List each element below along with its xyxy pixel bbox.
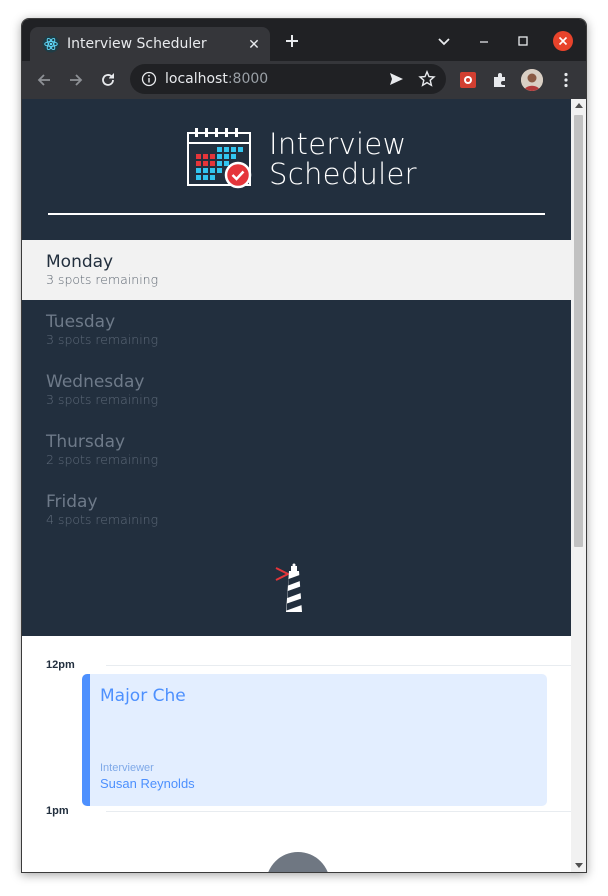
tab-title: Interview Scheduler — [67, 36, 207, 52]
add-appointment-button[interactable] — [266, 852, 330, 873]
interviewer-name: Susan Reynolds — [100, 776, 195, 791]
day-item-friday[interactable]: Friday 4 spots remaining — [22, 480, 571, 540]
day-item-thursday[interactable]: Thursday 2 spots remaining — [22, 420, 571, 480]
day-item-wednesday[interactable]: Wednesday 3 spots remaining — [22, 360, 571, 420]
url-text[interactable]: localhost:8000 — [165, 71, 268, 87]
close-tab-icon[interactable]: ✕ — [246, 36, 262, 52]
time-label: 12pm — [46, 659, 75, 671]
time-divider — [106, 811, 571, 812]
day-item-tuesday[interactable]: Tuesday 3 spots remaining — [22, 300, 571, 360]
scroll-thumb[interactable] — [574, 115, 583, 547]
day-spots: 3 spots remaining — [46, 332, 159, 347]
day-list: Monday 3 spots remaining Tuesday 3 spots… — [22, 240, 571, 540]
day-name: Tuesday — [46, 312, 116, 332]
interviewer-label: Interviewer — [100, 762, 154, 774]
profile-avatar[interactable] — [521, 69, 543, 91]
sidebar-separator — [48, 213, 545, 215]
tab-search-icon[interactable] — [434, 31, 454, 51]
day-name: Thursday — [46, 432, 126, 452]
day-item-monday[interactable]: Monday 3 spots remaining — [22, 240, 571, 300]
url-port: :8000 — [227, 71, 269, 87]
extension-icon[interactable] — [458, 70, 478, 90]
bookmark-star-icon[interactable] — [418, 70, 436, 88]
minimize-icon[interactable] — [474, 31, 494, 51]
day-name: Wednesday — [46, 372, 145, 392]
page-scrollbar[interactable] — [571, 99, 586, 872]
tab-strip: Interview Scheduler ✕ — [22, 19, 586, 61]
extensions-puzzle-icon[interactable] — [490, 70, 510, 90]
info-icon[interactable] — [141, 71, 157, 87]
day-name: Monday — [46, 252, 114, 272]
time-label: 1pm — [46, 805, 69, 817]
appointment-student: Major Che — [100, 686, 186, 706]
maximize-icon[interactable] — [513, 31, 533, 51]
browser-window: Interview Scheduler ✕ localhost:8000 Int… — [21, 18, 587, 873]
day-spots: 2 spots remaining — [46, 452, 159, 467]
app-title-line1: Interview — [269, 127, 407, 161]
day-spots: 3 spots remaining — [46, 272, 159, 287]
time-divider — [106, 665, 571, 666]
scroll-down-arrow-icon[interactable] — [575, 863, 583, 868]
add-icon — [266, 852, 330, 873]
more-menu-icon[interactable] — [556, 70, 576, 90]
new-tab-icon[interactable] — [282, 31, 302, 51]
page-viewport: Interview Scheduler Monday 3 spots remai… — [22, 99, 586, 873]
day-spots: 3 spots remaining — [46, 392, 159, 407]
day-name: Friday — [46, 492, 98, 512]
send-icon[interactable] — [388, 71, 404, 87]
address-bar[interactable]: localhost:8000 — [130, 64, 446, 94]
day-spots: 4 spots remaining — [46, 512, 159, 527]
back-icon[interactable] — [34, 70, 54, 90]
app-title-line2: Scheduler — [269, 157, 417, 191]
close-window-icon[interactable] — [553, 31, 573, 51]
scroll-up-arrow-icon[interactable] — [575, 103, 583, 108]
react-icon — [42, 35, 60, 53]
browser-tab[interactable]: Interview Scheduler ✕ — [30, 27, 270, 61]
profile-photo-icon — [521, 69, 543, 91]
browser-toolbar: localhost:8000 — [22, 61, 586, 99]
lighthouse-logo-icon — [275, 563, 302, 612]
app-title: Interview Scheduler — [269, 129, 417, 189]
calendar-logo-icon — [187, 128, 252, 189]
appointment-card[interactable]: Major Che Interviewer Susan Reynolds — [82, 674, 547, 806]
schedule: 12pm Major Che Interviewer Susan Reynold… — [22, 636, 571, 873]
brand: Interview Scheduler — [187, 127, 417, 191]
url-host: localhost — [165, 71, 228, 87]
reload-icon[interactable] — [98, 70, 118, 90]
sidebar: Interview Scheduler Monday 3 spots remai… — [22, 99, 571, 636]
forward-icon[interactable] — [66, 70, 86, 90]
